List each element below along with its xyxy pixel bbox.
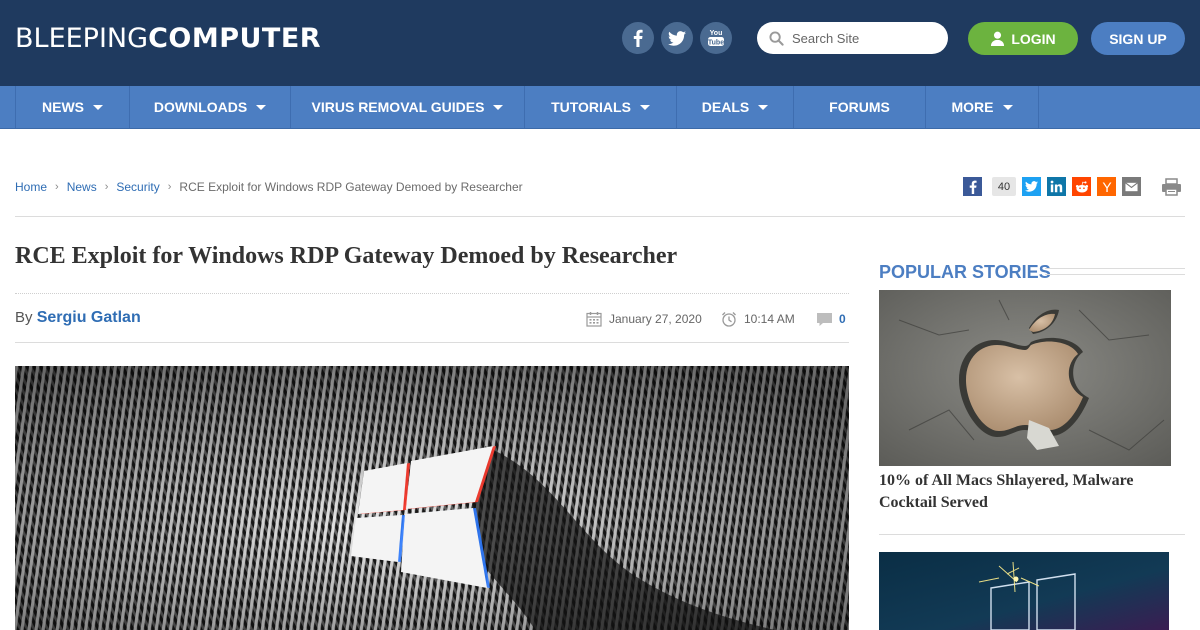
search-box[interactable] (757, 22, 948, 54)
facebook-icon[interactable] (622, 22, 654, 54)
linkedin-icon[interactable] (1047, 177, 1066, 196)
nav-item-news[interactable]: NEWS (15, 86, 130, 128)
logo-text-light: BLEEPING (15, 23, 149, 54)
story-image[interactable] (879, 552, 1169, 630)
nav-label: DOWNLOADS (153, 99, 248, 115)
twitter-icon[interactable] (661, 22, 693, 54)
caret-down-icon (1002, 105, 1013, 110)
user-icon (991, 31, 1005, 46)
comment-icon (817, 312, 832, 326)
story-image[interactable] (879, 290, 1171, 466)
nav-label: FORUMS (829, 99, 890, 115)
svg-text:You: You (710, 30, 723, 37)
caret-down-icon (639, 105, 650, 110)
article-time: 10:14 AM (721, 311, 795, 327)
breadcrumb-security[interactable]: Security (116, 180, 159, 194)
email-icon[interactable] (1122, 177, 1141, 196)
login-button[interactable]: LOGIN (968, 22, 1078, 55)
divider (15, 216, 1185, 217)
nav-label: MORE (951, 99, 994, 115)
search-input[interactable] (792, 30, 942, 46)
nav-label: NEWS (42, 99, 84, 115)
hackernews-icon[interactable]: Y (1097, 177, 1116, 196)
nav-item-downloads[interactable]: DOWNLOADS (130, 86, 291, 128)
caret-down-icon (493, 105, 504, 110)
login-label: LOGIN (1011, 30, 1056, 47)
alarm-clock-icon (722, 312, 736, 327)
caret-down-icon (758, 105, 769, 110)
reddit-icon[interactable] (1072, 177, 1091, 196)
main-nav: NEWS DOWNLOADS VIRUS REMOVAL GUIDES TUTO… (0, 86, 1200, 129)
site-logo[interactable]: BLEEPINGCOMPUTER (15, 22, 321, 54)
nav-item-more[interactable]: MORE (926, 86, 1039, 128)
divider (879, 534, 1185, 535)
breadcrumb-home[interactable]: Home (15, 180, 47, 194)
calendar-icon (586, 312, 602, 327)
search-icon (769, 30, 784, 46)
youtube-icon[interactable]: You Tube (700, 22, 732, 54)
article-title: RCE Exploit for Windows RDP Gateway Demo… (15, 243, 678, 269)
chevron-right-icon: › (167, 181, 172, 193)
caret-down-icon (93, 105, 103, 110)
breadcrumb: Home › News › Security › RCE Exploit for… (15, 180, 523, 194)
article-hero-image (15, 366, 849, 630)
time-text: 10:14 AM (744, 312, 795, 326)
nav-label: VIRUS REMOVAL GUIDES (311, 99, 485, 115)
date-text: January 27, 2020 (609, 312, 702, 326)
byline: By Sergiu Gatlan (15, 309, 141, 327)
heading-rule (1045, 268, 1185, 275)
popular-stories-heading: POPULAR STORIES (879, 262, 1051, 282)
chevron-right-icon: › (104, 181, 109, 193)
signup-button[interactable]: SIGN UP (1091, 22, 1185, 55)
svg-text:Y: Y (1102, 180, 1112, 194)
print-icon[interactable] (1161, 177, 1182, 196)
nav-item-virus-removal-guides[interactable]: VIRUS REMOVAL GUIDES (291, 86, 525, 128)
nav-item-forums[interactable]: FORUMS (794, 86, 926, 128)
divider (15, 342, 849, 343)
chevron-right-icon: › (55, 181, 59, 193)
caret-down-icon (256, 105, 267, 110)
nav-item-deals[interactable]: DEALS (677, 86, 794, 128)
signup-label: SIGN UP (1109, 30, 1167, 47)
author-link[interactable]: Sergiu Gatlan (37, 309, 141, 326)
facebook-icon[interactable] (963, 177, 982, 196)
divider (15, 293, 849, 294)
share-count: 40 (992, 177, 1016, 196)
breadcrumb-current: RCE Exploit for Windows RDP Gateway Demo… (179, 180, 523, 194)
twitter-icon[interactable] (1022, 177, 1041, 196)
by-label: By (15, 309, 33, 326)
logo-text-bold: COMPUTER (148, 23, 322, 54)
nav-label: DEALS (701, 99, 750, 115)
site-header: BLEEPINGCOMPUTER You Tube LOGIN SIGN UP (0, 0, 1200, 86)
breadcrumb-news[interactable]: News (67, 180, 97, 194)
story-title[interactable]: 10% of All Macs Shlayered, Malware Cockt… (879, 470, 1179, 514)
svg-text:Tube: Tube (708, 39, 724, 46)
comments-link[interactable]: 0 (816, 310, 846, 328)
nav-label: TUTORIALS (551, 99, 631, 115)
nav-item-tutorials[interactable]: TUTORIALS (525, 86, 677, 128)
comments-count: 0 (839, 312, 846, 326)
article-date: January 27, 2020 (586, 311, 702, 327)
